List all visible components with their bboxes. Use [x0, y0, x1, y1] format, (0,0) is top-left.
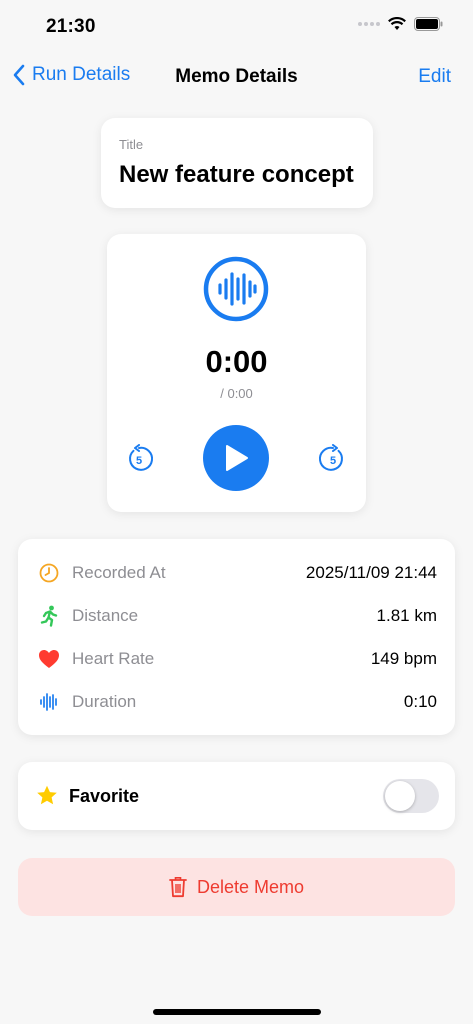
info-value: 0:10: [403, 691, 437, 711]
info-label: Recorded At: [72, 562, 166, 582]
waveform-circle-icon: [203, 256, 269, 322]
delete-memo-button[interactable]: Delete Memo: [18, 858, 455, 916]
edit-button[interactable]: Edit: [418, 66, 451, 88]
skip-back-button[interactable]: 5: [124, 444, 154, 479]
title-label: Title: [119, 137, 144, 152]
info-row-distance: Distance 1.81 km: [18, 594, 455, 637]
title-card: Title New feature concept: [101, 118, 373, 208]
running-icon: [38, 605, 60, 627]
info-value: 149 bpm: [370, 648, 437, 668]
waveform-icon: [38, 691, 60, 713]
wifi-icon: [388, 17, 406, 30]
favorite-card: Favorite: [18, 762, 455, 830]
status-time: 21:30: [46, 16, 96, 37]
battery-icon: [414, 17, 443, 31]
skip-forward-button[interactable]: 5: [318, 444, 348, 479]
goforward-5-icon: 5: [318, 444, 343, 471]
info-row-heart-rate: Heart Rate 149 bpm: [18, 637, 455, 680]
skip-forward-seconds: 5: [330, 455, 336, 467]
info-row-duration: Duration 0:10: [18, 680, 455, 723]
signal-dots-icon: [358, 22, 380, 26]
total-time: / 0:00: [220, 386, 253, 401]
status-icons: [358, 17, 443, 31]
favorite-label: Favorite: [69, 786, 140, 806]
audio-player-card: 0:00 / 0:00 5 5: [107, 234, 366, 512]
memo-title: New feature concept: [119, 161, 354, 188]
info-value: 1.81 km: [376, 605, 437, 625]
run-info-card: Recorded At 2025/11/09 21:44 Distance 1.…: [18, 539, 455, 735]
play-button[interactable]: [203, 425, 269, 491]
play-icon: [226, 445, 248, 471]
trash-icon: [169, 877, 187, 898]
home-indicator: [153, 1009, 321, 1015]
info-value: 2025/11/09 21:44: [305, 562, 437, 582]
gobackward-5-icon: 5: [129, 444, 154, 471]
toggle-knob: [385, 781, 415, 811]
info-label: Duration: [72, 691, 137, 711]
page-title: Memo Details: [175, 66, 298, 87]
clock-icon: [38, 562, 60, 584]
star-icon: [37, 785, 57, 805]
heart-icon: [38, 648, 60, 670]
skip-back-seconds: 5: [136, 455, 142, 467]
elapsed-time: 0:00: [205, 344, 268, 379]
info-label: Heart Rate: [72, 648, 155, 668]
info-label: Distance: [72, 605, 139, 625]
info-row-recorded-at: Recorded At 2025/11/09 21:44: [18, 551, 455, 594]
favorite-toggle[interactable]: [383, 779, 439, 813]
delete-label: Delete Memo: [196, 876, 305, 897]
